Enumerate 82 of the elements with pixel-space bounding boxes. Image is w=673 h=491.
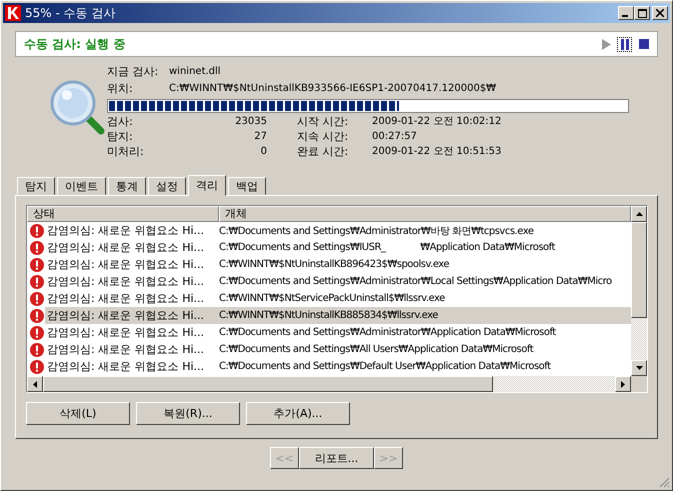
warning-icon	[30, 274, 44, 288]
object-cell: C:₩Documents and Settings₩IUSR_ ₩Application Data₩Microsoft	[219, 242, 555, 253]
scroll-up-icon	[636, 212, 642, 216]
table-row[interactable]: 감염의심: 새로운 위협요소 Hi... C:₩Documents and Settings₩Administrator₩Local Settings₩Application Data₩Micro	[27, 273, 631, 290]
maximize-icon	[638, 8, 646, 18]
stat-label: 검사:	[107, 114, 134, 129]
time-label: 시작 시간:	[296, 114, 350, 129]
time-value: 2009-01-22 오전 10:51:53	[372, 145, 502, 159]
warning-icon	[30, 308, 44, 322]
tab[interactable]: 탐지	[17, 177, 55, 195]
stat-label: 탐지:	[107, 129, 134, 144]
warning-icon	[30, 258, 44, 272]
tab[interactable]: 백업	[228, 177, 266, 195]
object-cell: C:₩WINNT₩$NtUninstallKB896423$₩spoolsv.exe	[219, 259, 450, 270]
scroll-left-icon	[33, 380, 37, 388]
resize-grip-icon	[659, 477, 670, 488]
warning-icon	[30, 326, 44, 340]
status-cell-text: 감염의심: 새로운 위협요소 Hi...	[47, 342, 206, 357]
status-cell-text: 감염의심: 새로운 위협요소 Hi...	[47, 325, 206, 340]
warning-icon	[30, 360, 44, 374]
table-row[interactable]: 감염의심: 새로운 위협요소 Hi... C:₩WINNT₩$NtUninstallKB885834$₩llssrv.exe	[27, 307, 631, 324]
tab[interactable]: 이벤트	[57, 177, 106, 195]
time-value: 00:27:57	[372, 130, 418, 144]
location-path: C:₩WINNT₩$NtUninstallKB933566-IE6SP1-20070417.120000$₩	[169, 83, 496, 94]
object-cell: C:₩WINNT₩$NtUninstallKB885834$₩llssrv.exe	[219, 310, 438, 321]
location-label: 위치:	[107, 81, 134, 96]
stat-value: 23035	[234, 115, 267, 129]
status-cell-text: 감염의심: 새로운 위협요소 Hi...	[47, 240, 206, 255]
table-row[interactable]: 감염의심: 새로운 위협요소 Hi... C:₩Documents and Settings₩Administrator₩바탕 화면₩tcpsvcs.exe	[27, 222, 631, 239]
tab[interactable]: 격리	[188, 175, 226, 196]
pause-button[interactable]	[617, 36, 632, 52]
scrollbar-corner	[631, 376, 647, 392]
time-label: 지속 시간:	[296, 129, 350, 144]
status-cell-text: 감염의심: 새로운 위협요소 Hi...	[47, 291, 206, 306]
close-icon	[656, 9, 664, 17]
warning-icon	[30, 292, 44, 306]
table-row[interactable]: 감염의심: 새로운 위협요소 Hi... C:₩WINNT₩$NtServicePackUninstall$₩llssrv.exe	[27, 290, 631, 307]
stat-label: 미처리:	[107, 144, 145, 159]
delete-button[interactable]: 삭제(L)	[26, 402, 130, 425]
object-cell: C:₩Documents and Settings₩Administrator₩Local Settings₩Application Data₩Micro	[219, 276, 612, 287]
status-cell-text: 감염의심: 새로운 위협요소 Hi...	[47, 308, 206, 323]
stat-value: 0	[260, 145, 267, 159]
horizontal-scrollbar[interactable]	[27, 376, 647, 392]
add-button[interactable]: 추가(A)...	[246, 402, 350, 425]
table-row[interactable]: 감염의심: 새로운 위협요소 Hi... C:₩Documents and Settings₩IUSR_ ₩Application Data₩Microsoft	[27, 239, 631, 256]
table-row[interactable]: 감염의심: 새로운 위협요소 Hi... C:₩Documents and Settings₩Administrator₩Application Data₩Microsoft	[27, 324, 631, 341]
object-cell: C:₩Documents and Settings₩All Users₩Application Data₩Microsoft	[219, 344, 534, 355]
status-cell-text: 감염의심: 새로운 위협요소 Hi...	[47, 223, 206, 238]
window-title: 55% - 수동 검사	[25, 4, 116, 22]
maximize-button[interactable]	[634, 6, 650, 20]
table-row[interactable]: 감염의심: 새로운 위협요소 Hi... C:₩Documents and Settings₩Default User₩Application Data₩Microsoft	[27, 358, 631, 375]
object-cell: C:₩Documents and Settings₩Default User₩Application Data₩Microsoft	[219, 361, 551, 372]
scan-status-title: 수동 검사: 실행 중	[24, 36, 126, 52]
column-header[interactable]: 개체	[219, 206, 631, 222]
restore-button[interactable]: 복원(R)...	[136, 402, 240, 425]
report-button[interactable]: 리포트...	[299, 447, 374, 469]
stop-button[interactable]	[636, 36, 651, 52]
scroll-right-icon	[621, 380, 625, 388]
tab[interactable]: 통계	[108, 177, 146, 195]
stat-value: 27	[253, 130, 267, 144]
status-cell-text: 감염의심: 새로운 위협요소 Hi...	[47, 359, 206, 374]
object-cell: C:₩WINNT₩$NtServicePackUninstall$₩llssrv.exe	[219, 293, 445, 304]
current-file: wininet.dll	[169, 66, 221, 77]
table-row[interactable]: 감염의심: 새로운 위협요소 Hi... C:₩WINNT₩$NtUninstallKB896423$₩spoolsv.exe	[27, 256, 631, 273]
table-row[interactable]: 감염의심: 새로운 위협요소 Hi... C:₩Documents and Settings₩All Users₩Application Data₩Microsoft	[27, 341, 631, 358]
warning-icon	[30, 342, 44, 356]
warning-icon	[30, 224, 44, 238]
time-label: 완료 시간:	[296, 144, 350, 159]
object-cell-text: C:₩Documents and Settings₩Administrator₩바탕 화면₩tcpsvcs.exe	[219, 224, 534, 238]
app-logo-icon	[5, 5, 21, 21]
scroll-down-icon	[636, 366, 642, 370]
time-value: 2009-01-22 오전 10:02:12	[372, 115, 502, 129]
column-header[interactable]: 상태	[27, 206, 219, 222]
vertical-scrollbar[interactable]	[631, 206, 647, 376]
minimize-button[interactable]	[618, 6, 634, 20]
current-scan-label: 지금 검사:	[107, 64, 160, 79]
close-button[interactable]	[652, 6, 668, 20]
warning-icon	[30, 240, 44, 254]
status-cell-text: 감염의심: 새로운 위협요소 Hi...	[47, 274, 206, 289]
status-cell-text: 감염의심: 새로운 위협요소 Hi...	[47, 257, 206, 272]
object-cell: C:₩Documents and Settings₩Administrator₩Application Data₩Microsoft	[219, 327, 556, 338]
tab[interactable]: 설정	[148, 177, 186, 195]
